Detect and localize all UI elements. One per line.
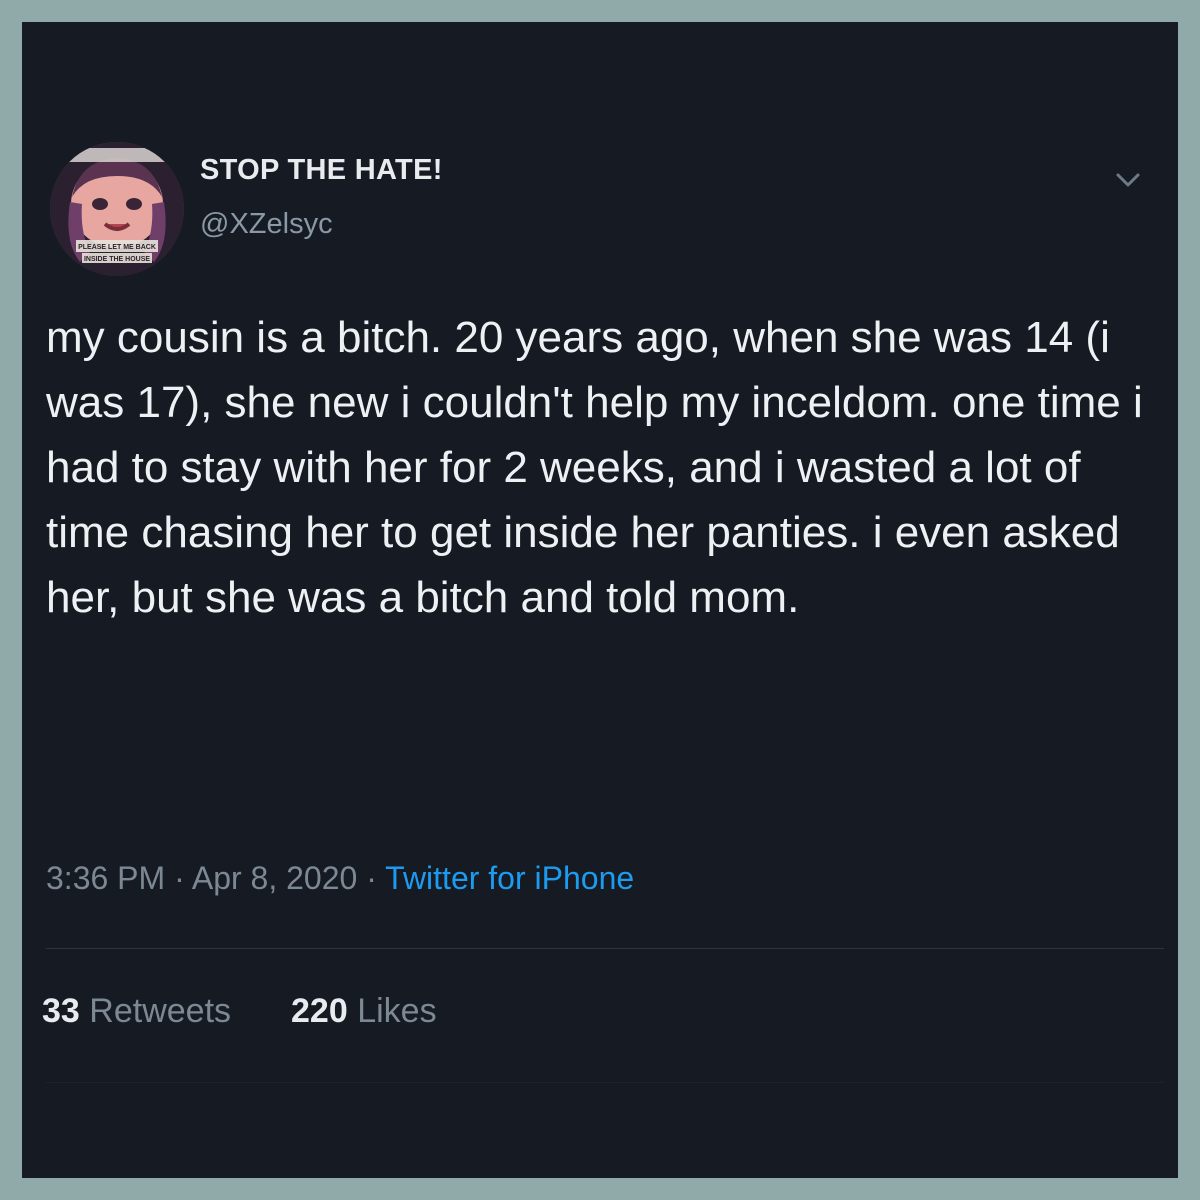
meta-separator: · — [357, 860, 386, 896]
tweet-card: PLEASE LET ME BACK INSIDE THE HOUSE STOP… — [22, 22, 1178, 1178]
user-handle[interactable]: @XZelsyc — [200, 208, 333, 241]
tweet-time[interactable]: 3:36 PM — [46, 860, 165, 896]
tweet-metadata: 3:36 PM · Apr 8, 2020 · Twitter for iPho… — [46, 860, 634, 897]
avatar-image: PLEASE LET ME BACK INSIDE THE HOUSE — [50, 142, 184, 276]
meta-separator: · — [165, 860, 192, 896]
retweets-label: Retweets — [89, 992, 232, 1030]
divider — [46, 948, 1164, 949]
tweet-date[interactable]: Apr 8, 2020 — [192, 860, 357, 896]
tweet-source-link[interactable]: Twitter for iPhone — [385, 860, 634, 896]
tweet-text: my cousin is a bitch. 20 years ago, when… — [46, 313, 1143, 622]
svg-text:INSIDE THE HOUSE: INSIDE THE HOUSE — [84, 256, 150, 263]
likes-label: Likes — [357, 992, 437, 1030]
retweets-count: 33 — [42, 992, 80, 1030]
display-name[interactable]: STOP THE HATE! — [200, 154, 443, 187]
avatar[interactable]: PLEASE LET ME BACK INSIDE THE HOUSE — [50, 142, 184, 276]
chevron-down-icon[interactable] — [1108, 160, 1148, 200]
retweets-stat[interactable]: 33 Retweets — [42, 992, 231, 1031]
svg-text:PLEASE LET ME BACK: PLEASE LET ME BACK — [78, 244, 156, 251]
likes-count: 220 — [291, 992, 348, 1030]
likes-stat[interactable]: 220 Likes — [291, 992, 437, 1031]
tweet-stats: 33 Retweets 220 Likes — [42, 992, 437, 1031]
divider — [46, 1082, 1164, 1083]
